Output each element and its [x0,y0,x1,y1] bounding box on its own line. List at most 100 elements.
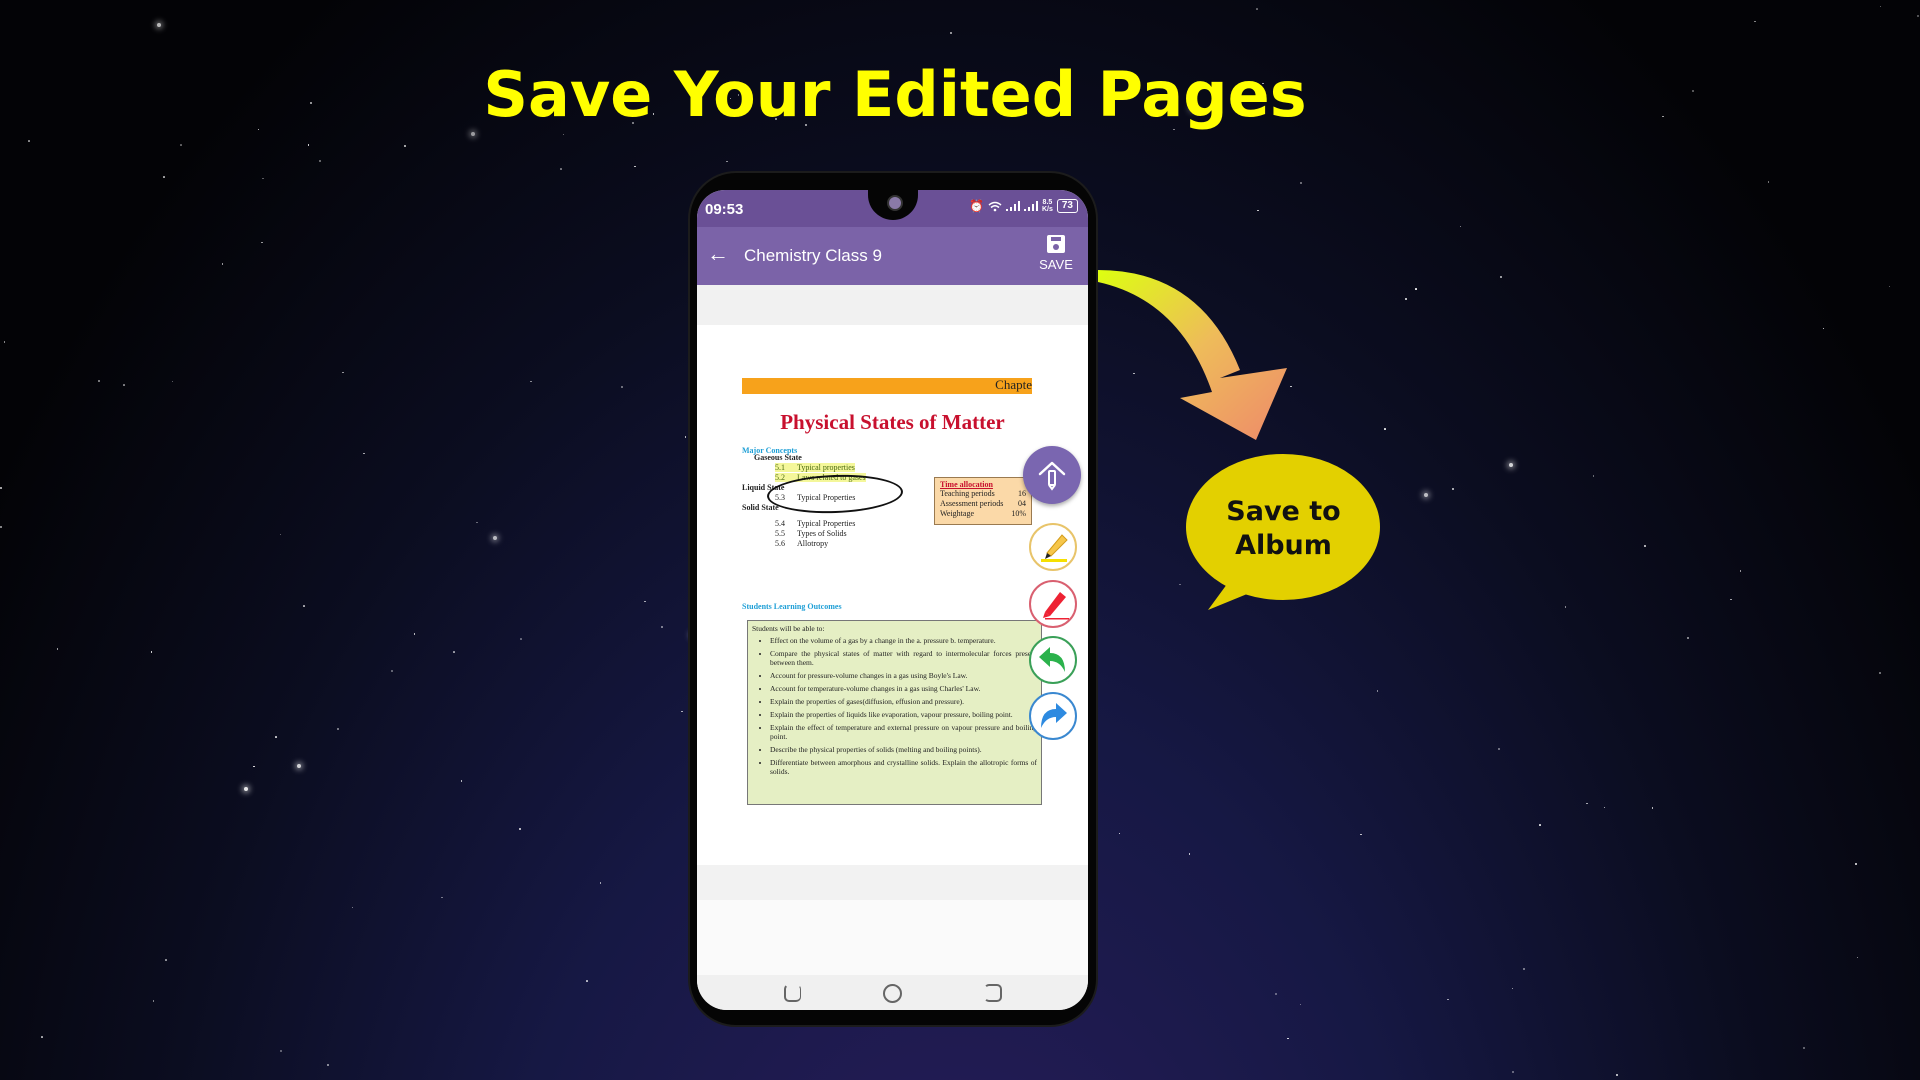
star [165,959,167,961]
pen-icon [1043,592,1069,620]
page-margin [697,285,1088,325]
star [634,165,636,168]
upload-pencil-icon [1038,461,1066,491]
highlighter-icon [1041,534,1068,562]
recent-apps-button[interactable] [784,984,801,1002]
outcome-item: Account for pressure-volume changes in a… [770,671,1037,680]
star [1257,209,1259,212]
highlighter-button[interactable] [1029,523,1077,571]
star [56,648,59,650]
star [150,651,153,653]
outcome-item: Describe the physical properties of soli… [770,745,1037,754]
callout-line-1: Save to [1226,496,1341,527]
system-back-button[interactable] [984,984,1002,1002]
time-label: Assessment periods [940,499,1004,508]
time-row: Weightage 10% [940,509,1026,519]
time-allocation-box: Time allocation Teaching periods 16 Asses… [934,477,1032,525]
star [453,651,455,653]
star [261,241,263,244]
redo-button[interactable] [1029,692,1077,740]
star [1511,987,1514,990]
outcome-item: Effect on the volume of a gas by a chang… [770,636,1037,645]
star [1404,297,1407,300]
star [684,436,687,438]
star [244,786,249,791]
star [221,263,224,265]
star [1452,487,1455,490]
status-icons: ⏰ 8.5 K/s 73 [969,199,1078,213]
star [152,1000,155,1002]
star [1497,748,1500,751]
star [1447,998,1449,1000]
save-label: SAVE [1039,257,1073,272]
star [1290,385,1292,388]
outcome-item: Account for temperature-volume changes i… [770,684,1037,693]
star [180,144,182,146]
star [562,133,564,136]
time-row: Teaching periods 16 [940,489,1026,499]
camera-icon [887,195,903,211]
wifi-icon [988,201,1002,211]
outcomes-heading: Students Learning Outcomes [742,602,842,611]
pen-button[interactable] [1029,580,1077,628]
document-page[interactable]: Chapte Physical States of Matter Major C… [697,325,1088,865]
system-nav-bar [697,975,1088,1010]
outcomes-intro: Students will be able to: [752,624,825,633]
concept-number: 5.1 [775,463,785,472]
star [441,896,443,899]
outcome-item: Explain the properties of gases(diffusio… [770,697,1037,706]
star [3,341,6,343]
star [253,765,255,768]
star [351,906,354,909]
save-to-album-callout: Save to Album [1186,495,1381,563]
phone-frame: 09:53 ⏰ 8.5 K/s 73 ← Chemistry Class 9 SA… [690,173,1096,1025]
star [303,605,305,607]
star [599,882,602,884]
star [520,638,522,640]
star [1118,832,1121,835]
save-button[interactable]: SAVE [1034,235,1078,272]
concept-item: 5.5 Types of Solids [775,529,847,538]
star [1376,690,1379,692]
star [1878,672,1881,675]
page-gap [697,865,1088,900]
phone-screen: 09:53 ⏰ 8.5 K/s 73 ← Chemistry Class 9 SA… [697,190,1088,1010]
concept-number: 5.4 [775,519,785,528]
app-bar: ← Chemistry Class 9 SAVE [697,227,1088,285]
star [1615,1074,1618,1077]
star [1509,463,1514,468]
undo-button[interactable] [1029,636,1077,684]
alarm-icon: ⏰ [969,199,984,213]
star [1651,807,1654,809]
star [363,452,365,455]
star [586,980,588,982]
outcomes-box: Students will be able to: Effect on the … [747,620,1042,805]
star [476,521,478,524]
concept-text: Types of Solids [797,529,847,538]
star [644,600,646,603]
outcome-item: Explain the effect of temperature and ex… [770,723,1037,741]
star [1603,806,1606,809]
concept-number: 5.5 [775,529,785,538]
star [1299,182,1302,185]
star [413,633,416,635]
edit-tools-fab[interactable] [1023,446,1081,504]
star [1856,956,1859,959]
time-allocation-heading: Time allocation [940,480,993,489]
undo-icon [1039,647,1065,672]
star [493,536,497,541]
star [1822,327,1825,330]
concept-group-heading: Gaseous State [754,453,802,462]
home-button[interactable] [883,984,902,1003]
star [560,168,562,170]
concept-item: 5.6 Allotropy [775,539,828,548]
star [296,763,301,768]
star [171,380,174,383]
star [471,131,476,136]
back-arrow-icon[interactable]: ← [707,243,729,265]
star [307,144,310,146]
star [1179,583,1181,586]
signal-icon-2 [1023,201,1038,211]
star [336,727,339,730]
star [1459,225,1462,227]
